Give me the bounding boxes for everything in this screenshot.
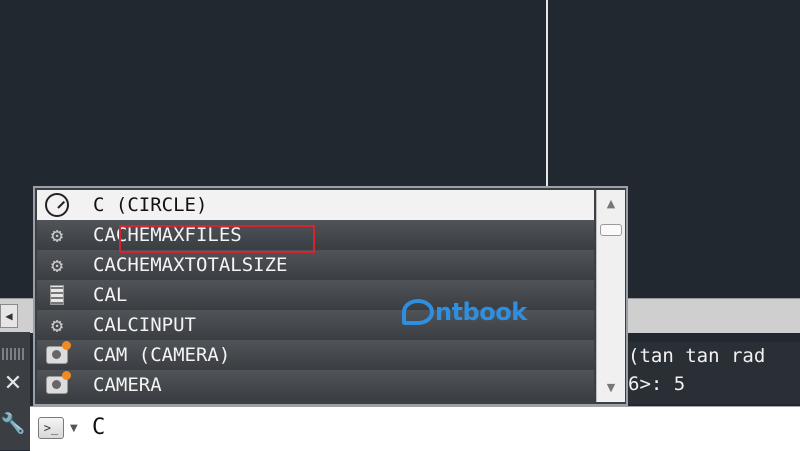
item-label: C (CIRCLE) (93, 194, 208, 216)
item-label: CAL (93, 284, 128, 306)
autocomplete-item-cam[interactable]: CAM (CAMERA) (37, 340, 594, 370)
close-icon[interactable]: ✕ (0, 370, 26, 396)
autocomplete-item-circle[interactable]: C (CIRCLE) (37, 190, 594, 220)
autocomplete-popup: C (CIRCLE) ⚙ CACHEMAXFILES ⚙ CACHEMAXTOT… (33, 186, 628, 406)
customize-wrench-icon[interactable]: 🔧 (0, 408, 26, 438)
scroll-left-arrow-icon[interactable]: ◀ (0, 304, 18, 328)
command-input[interactable]: C (92, 415, 105, 440)
camera-icon (37, 340, 77, 370)
autocomplete-item-cachemaxtotalsize[interactable]: ⚙ CACHEMAXTOTALSIZE (37, 250, 594, 280)
watermark-text: ntbook (435, 298, 527, 326)
gear-icon: ⚙ (50, 313, 64, 337)
scroll-thumb[interactable] (600, 224, 622, 236)
command-history: (tan tan rad 6>: 5 (626, 342, 800, 404)
gear-icon: ⚙ (50, 253, 64, 277)
circle-icon (37, 190, 77, 220)
item-label: CAM (CAMERA) (93, 344, 231, 366)
camera-icon (37, 370, 77, 400)
gear-icon: ⚙ (50, 223, 64, 247)
history-line: (tan tan rad (628, 345, 766, 367)
history-line: 6>: 5 (628, 373, 686, 395)
command-input-bar[interactable]: >_ ▼ C (30, 406, 800, 451)
drag-grip-icon[interactable] (2, 348, 26, 360)
highlight-box (119, 225, 315, 253)
item-label: CAMERA (93, 374, 162, 396)
crosshair-line (546, 0, 548, 186)
scroll-down-icon[interactable]: ▼ (597, 378, 625, 396)
autocomplete-scrollbar[interactable]: ▲ ▼ (596, 190, 625, 402)
item-label: CALCINPUT (93, 314, 196, 336)
autocomplete-item-camera[interactable]: CAMERA (37, 370, 594, 400)
logo-mark-icon (402, 299, 434, 325)
chevron-down-icon[interactable]: ▼ (70, 423, 78, 434)
command-prompt-icon[interactable]: >_ (38, 417, 64, 439)
item-label: CACHEMAXTOTALSIZE (93, 254, 288, 276)
calculator-icon (37, 280, 77, 310)
scroll-up-icon[interactable]: ▲ (597, 194, 625, 212)
watermark-logo: ntbook (402, 298, 527, 326)
autocomplete-list: C (CIRCLE) ⚙ CACHEMAXFILES ⚙ CACHEMAXTOT… (37, 190, 594, 402)
